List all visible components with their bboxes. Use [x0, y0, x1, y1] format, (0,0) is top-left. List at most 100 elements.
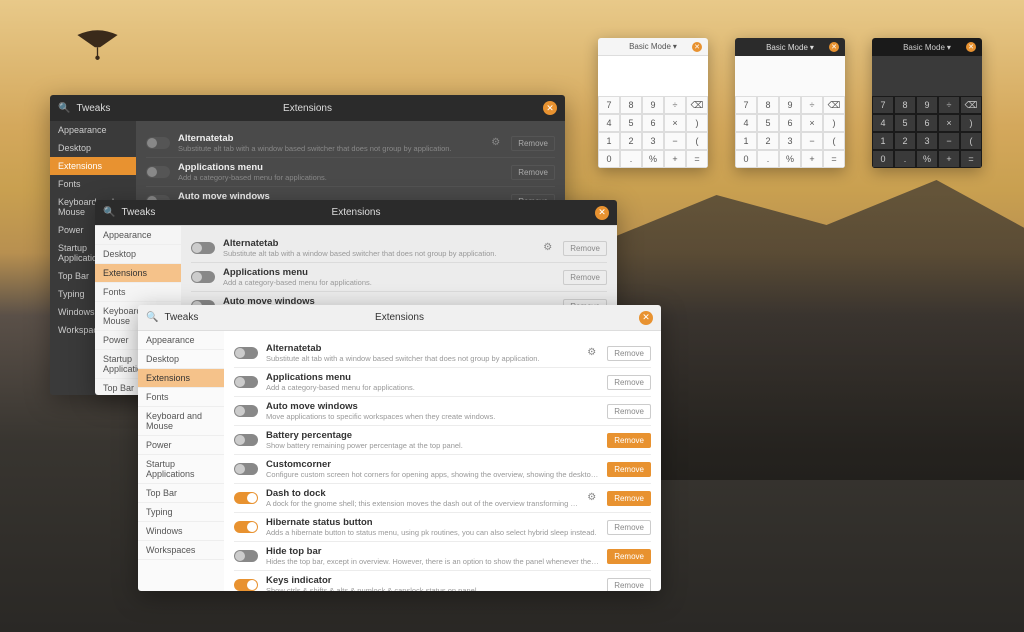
calc-key-([interactable]: (: [960, 132, 982, 150]
calc-titlebar[interactable]: Basic Mode ▾ ✕: [872, 38, 982, 56]
toggle-switch[interactable]: [234, 521, 258, 533]
calc-key-)[interactable]: ): [823, 114, 845, 132]
close-icon[interactable]: ✕: [966, 42, 976, 52]
remove-button[interactable]: Remove: [511, 165, 555, 180]
remove-button[interactable]: Remove: [563, 270, 607, 285]
remove-button[interactable]: Remove: [607, 346, 651, 361]
toggle-switch[interactable]: [191, 271, 215, 283]
calc-titlebar[interactable]: Basic Mode ▾✕: [735, 38, 845, 56]
gear-icon[interactable]: ⚙: [587, 347, 599, 359]
calc-key-([interactable]: (: [686, 132, 708, 150]
toggle-switch[interactable]: [234, 492, 258, 504]
search-icon[interactable]: 🔍: [103, 207, 115, 218]
toggle-switch[interactable]: [234, 434, 258, 446]
sidebar-item-typing[interactable]: Typing: [138, 503, 224, 522]
calc-key-=[interactable]: =: [823, 150, 845, 168]
tweaks-window-light[interactable]: 🔍 Tweaks Extensions ✕ AppearanceDesktopE…: [138, 305, 661, 591]
calc-key-4[interactable]: 4: [872, 114, 894, 132]
calc-key-.[interactable]: .: [894, 150, 916, 168]
calc-key-7[interactable]: 7: [872, 96, 894, 114]
calc-key-6[interactable]: 6: [916, 114, 938, 132]
close-icon[interactable]: ✕: [639, 311, 653, 325]
calc-key-0[interactable]: 0: [598, 150, 620, 168]
remove-button[interactable]: Remove: [607, 578, 651, 592]
calc-key-−[interactable]: −: [938, 132, 960, 150]
calc-key-0[interactable]: 0: [735, 150, 757, 168]
titlebar[interactable]: 🔍 Tweaks Extensions ✕: [138, 305, 661, 331]
calc-key-%[interactable]: %: [642, 150, 664, 168]
calc-key-9[interactable]: 9: [779, 96, 801, 114]
sidebar-item-fonts[interactable]: Fonts: [138, 388, 224, 407]
sidebar-item-extensions[interactable]: Extensions: [50, 157, 136, 175]
sidebar-item-startup-applications[interactable]: Startup Applications: [138, 455, 224, 484]
gear-icon[interactable]: ⚙: [543, 242, 555, 254]
calc-key-+[interactable]: +: [938, 150, 960, 168]
gear-icon[interactable]: ⚙: [587, 492, 599, 504]
toggle-switch[interactable]: [191, 242, 215, 254]
remove-button[interactable]: Remove: [607, 491, 651, 506]
calc-key-÷[interactable]: ÷: [938, 96, 960, 114]
remove-button[interactable]: Remove: [607, 433, 651, 448]
calc-key-%[interactable]: %: [916, 150, 938, 168]
calc-key-6[interactable]: 6: [779, 114, 801, 132]
toggle-switch[interactable]: [234, 579, 258, 591]
toggle-switch[interactable]: [146, 166, 170, 178]
calc-key-+[interactable]: +: [664, 150, 686, 168]
calc-key-2[interactable]: 2: [620, 132, 642, 150]
toggle-switch[interactable]: [146, 137, 170, 149]
calc-key-5[interactable]: 5: [894, 114, 916, 132]
calc-mode-dropdown[interactable]: Basic Mode ▾: [629, 42, 677, 51]
calc-key-3[interactable]: 3: [779, 132, 801, 150]
calc-key-)[interactable]: ): [960, 114, 982, 132]
calc-key-−[interactable]: −: [801, 132, 823, 150]
calc-key-−[interactable]: −: [664, 132, 686, 150]
sidebar-item-appearance[interactable]: Appearance: [95, 226, 181, 245]
calc-key-9[interactable]: 9: [916, 96, 938, 114]
calc-key-7[interactable]: 7: [598, 96, 620, 114]
calculator-light[interactable]: Basic Mode ▾✕789÷⌫456×)123−(0.%+=: [598, 38, 708, 168]
toggle-switch[interactable]: [234, 550, 258, 562]
titlebar[interactable]: 🔍 Tweaks Extensions ✕: [95, 200, 617, 226]
calculator-mid[interactable]: Basic Mode ▾✕789÷⌫456×)123−(0.%+=: [735, 38, 845, 168]
calc-key-3[interactable]: 3: [916, 132, 938, 150]
sidebar-item-fonts[interactable]: Fonts: [50, 175, 136, 193]
calc-mode-dropdown[interactable]: Basic Mode ▾: [903, 43, 951, 52]
calc-key-%[interactable]: %: [779, 150, 801, 168]
calc-key-×[interactable]: ×: [664, 114, 686, 132]
calc-key-1[interactable]: 1: [598, 132, 620, 150]
calc-key-5[interactable]: 5: [620, 114, 642, 132]
sidebar-item-power[interactable]: Power: [138, 436, 224, 455]
titlebar[interactable]: 🔍 Tweaks Extensions ✕: [50, 95, 565, 121]
calc-key-×[interactable]: ×: [801, 114, 823, 132]
sidebar-item-appearance[interactable]: Appearance: [50, 121, 136, 139]
calc-key-([interactable]: (: [823, 132, 845, 150]
calc-key-5[interactable]: 5: [757, 114, 779, 132]
calc-key-2[interactable]: 2: [757, 132, 779, 150]
calc-key-÷[interactable]: ÷: [801, 96, 823, 114]
calc-key-.[interactable]: .: [757, 150, 779, 168]
close-icon[interactable]: ✕: [692, 42, 702, 52]
calc-key-8[interactable]: 8: [894, 96, 916, 114]
sidebar-item-keyboard-and-mouse[interactable]: Keyboard and Mouse: [138, 407, 224, 436]
calc-key-4[interactable]: 4: [735, 114, 757, 132]
calc-key-2[interactable]: 2: [894, 132, 916, 150]
sidebar-item-fonts[interactable]: Fonts: [95, 283, 181, 302]
calc-key-3[interactable]: 3: [642, 132, 664, 150]
sidebar-item-desktop[interactable]: Desktop: [50, 139, 136, 157]
sidebar-item-extensions[interactable]: Extensions: [95, 264, 181, 283]
toggle-switch[interactable]: [234, 347, 258, 359]
remove-button[interactable]: Remove: [511, 136, 555, 151]
close-icon[interactable]: ✕: [543, 101, 557, 115]
toggle-switch[interactable]: [234, 405, 258, 417]
close-icon[interactable]: ✕: [595, 206, 609, 220]
search-icon[interactable]: 🔍: [58, 103, 70, 114]
calc-mode-dropdown[interactable]: Basic Mode ▾: [766, 43, 814, 52]
calc-key-1[interactable]: 1: [735, 132, 757, 150]
remove-button[interactable]: Remove: [607, 462, 651, 477]
sidebar-item-workspaces[interactable]: Workspaces: [138, 541, 224, 560]
calc-key-+[interactable]: +: [801, 150, 823, 168]
calc-key-×[interactable]: ×: [938, 114, 960, 132]
calc-key-8[interactable]: 8: [620, 96, 642, 114]
calc-key-⌫[interactable]: ⌫: [823, 96, 845, 114]
calc-key-1[interactable]: 1: [872, 132, 894, 150]
